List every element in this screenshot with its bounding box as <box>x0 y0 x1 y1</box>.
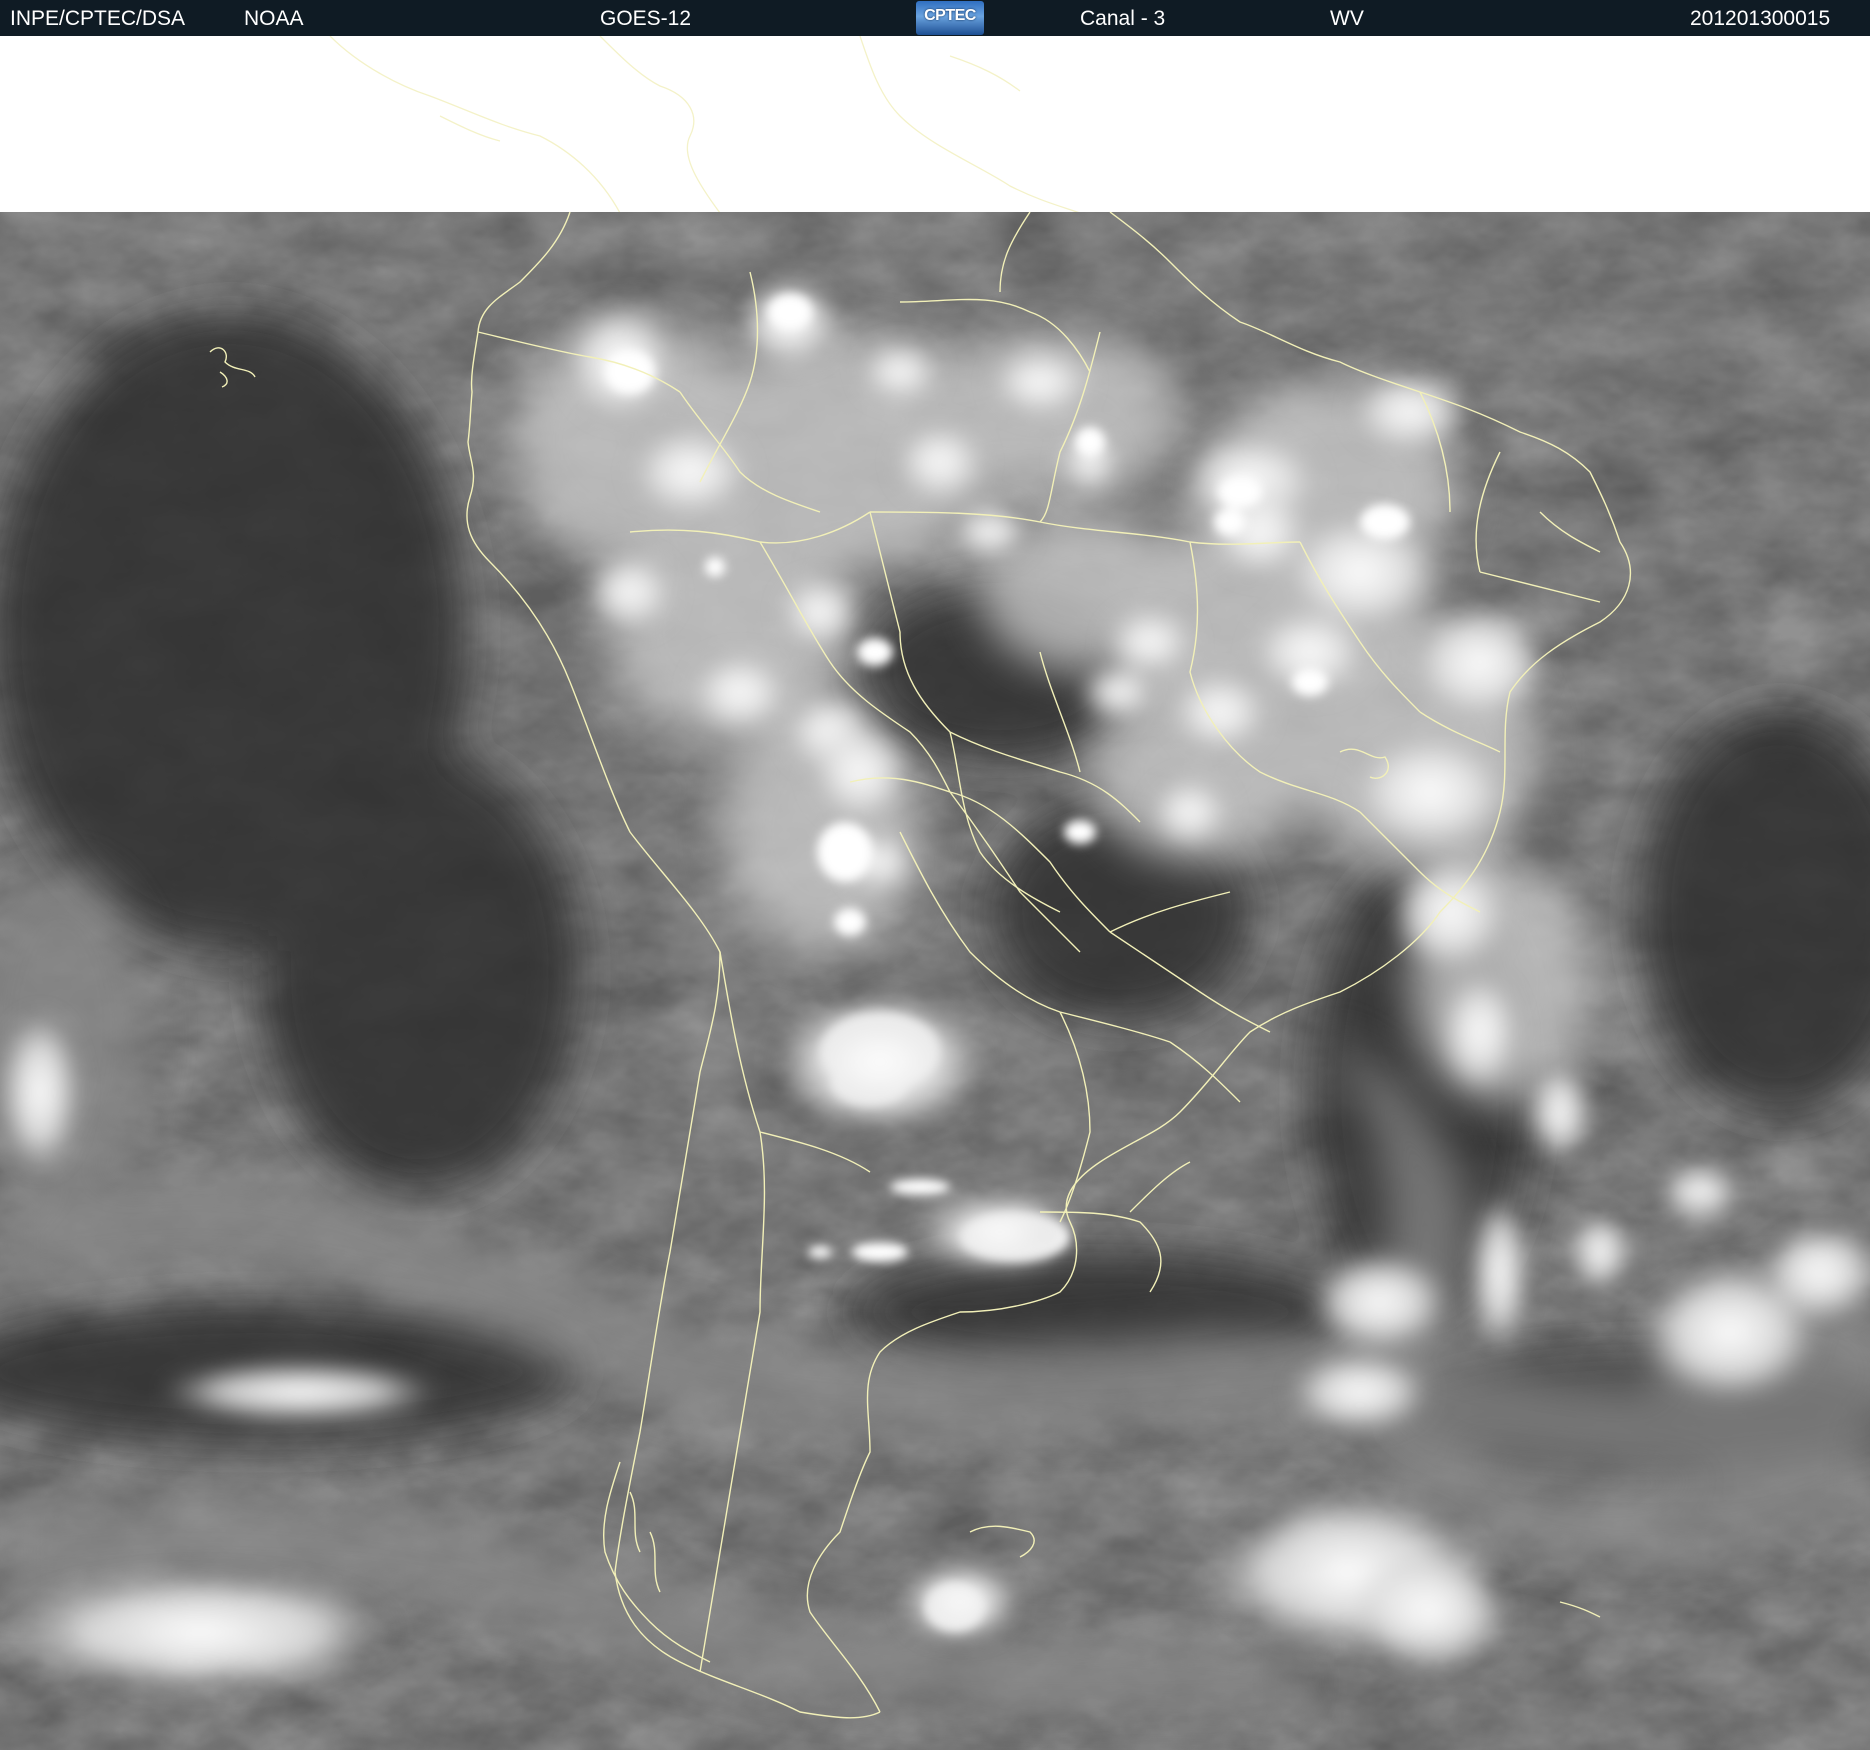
cptec-logo-icon: CPTEC <box>916 1 984 35</box>
satellite-label: GOES-12 <box>600 7 692 30</box>
cptec-logo-text: CPTEC <box>924 7 976 24</box>
channel-label: Canal - 3 <box>1080 7 1166 30</box>
satellite-image <box>0 212 1870 1750</box>
water-vapor-imagery-svg <box>0 212 1870 1750</box>
timestamp-label: 201201300015 <box>1690 7 1831 30</box>
partner-label: NOAA <box>244 7 304 30</box>
top-border-lines <box>329 36 1081 213</box>
band-label: WV <box>1330 7 1364 30</box>
image-header-bar: INPE/CPTEC/DSA NOAA GOES-12 CPTEC Canal … <box>0 0 1870 36</box>
agency-label: INPE/CPTEC/DSA <box>10 7 186 30</box>
